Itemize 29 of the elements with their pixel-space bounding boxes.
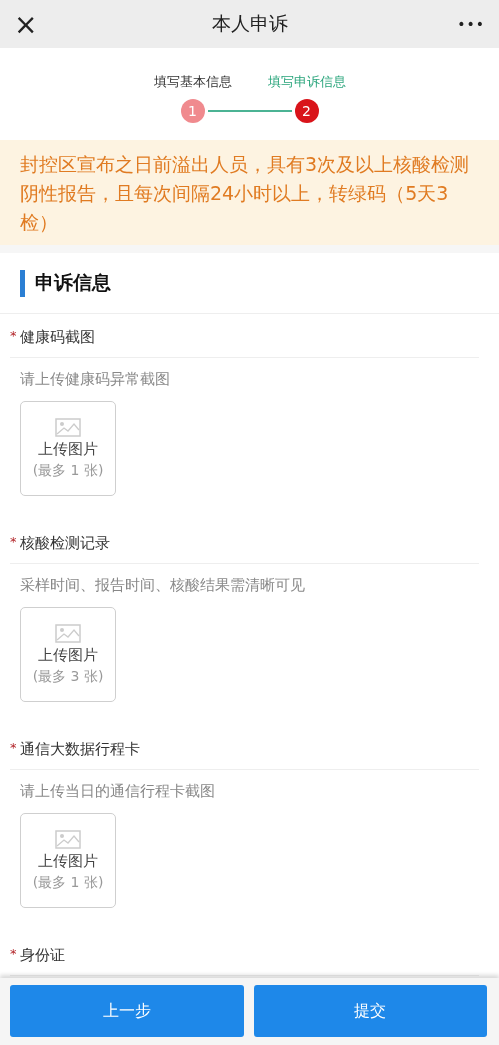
section-title: 申诉信息: [35, 270, 111, 295]
required-mark: *: [10, 740, 18, 755]
upload-button[interactable]: 上传图片 (最多 3 张): [20, 607, 116, 702]
step-label: 填写申诉信息: [267, 73, 346, 91]
field-hint: 请上传当日的通信行程卡截图: [20, 782, 216, 801]
image-icon: [55, 623, 81, 643]
close-button[interactable]: ×: [14, 7, 54, 41]
field-hint: 请上传健康码异常截图: [20, 370, 171, 389]
required-mark: *: [10, 946, 18, 961]
section-marker: [20, 269, 25, 297]
step-label: 填写基本信息: [153, 73, 232, 91]
upload-button[interactable]: 上传图片 (最多 1 张): [20, 401, 116, 496]
required-mark: *: [10, 534, 18, 549]
more-button[interactable]: •••: [445, 16, 485, 32]
page-title: 本人申诉: [211, 11, 288, 36]
field-label: 健康码截图: [20, 328, 95, 347]
step-number: 2: [294, 99, 319, 123]
upload-button[interactable]: 上传图片 (最多 1 张): [20, 813, 116, 908]
image-icon: [55, 829, 81, 849]
field-hint: 采样时间、报告时间、核酸结果需清晰可见: [20, 576, 306, 595]
field-label: 核酸检测记录: [20, 534, 110, 553]
required-mark: *: [10, 328, 18, 343]
notice-text: 封控区宣布之日前溢出人员，具有3次及以上核酸检测阴性报告，且每次间隔24小时以上，转绿码（5天3检）: [0, 140, 499, 245]
field-label: 身份证: [20, 946, 65, 965]
previous-button[interactable]: 上一步: [10, 985, 244, 1037]
step-number: 1: [180, 99, 205, 123]
image-icon: [55, 417, 81, 437]
field-label: 通信大数据行程卡: [20, 740, 140, 759]
submit-button[interactable]: 提交: [253, 985, 487, 1037]
